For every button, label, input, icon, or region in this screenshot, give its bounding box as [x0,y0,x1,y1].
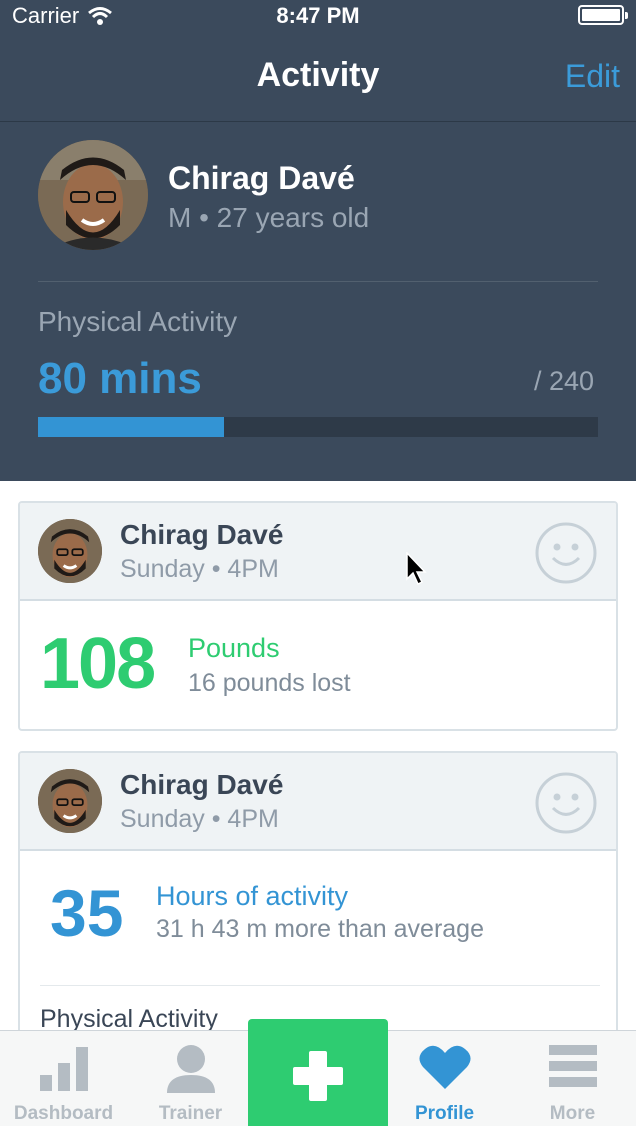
cursor-icon [406,552,427,586]
status-time: 8:47 PM [276,3,360,28]
physical-activity-label: Physical Activity [38,306,238,337]
smiley-icon[interactable] [534,521,598,585]
hours-label: Hours of activity [156,881,349,911]
card-timestamp: Sunday • 4PM [120,805,279,833]
heart-icon [418,1045,471,1089]
card-author-name: Chirag Davé [120,519,284,550]
smiley-icon[interactable] [534,771,598,835]
tab-bar: Dashboard Trainer Profile More [0,1019,636,1126]
hours-sub: 31 h 43 m more than average [156,915,484,943]
feed-card-weight[interactable]: Chirag Davé Sunday • 4PM 108 Pounds 16 p… [18,501,618,731]
card-author-name: Chirag Davé [120,769,284,800]
card-timestamp: Sunday • 4PM [120,555,279,583]
profile-summary: Chirag Davé M • 27 years old [38,140,598,282]
user-icon [166,1045,215,1093]
nav-bar: Activity Edit [0,30,636,122]
status-bar: Carrier 8:47 PM [0,0,636,30]
activity-progress-bar [38,417,598,437]
card-header: Chirag Davé Sunday • 4PM [20,753,616,851]
avatar[interactable] [38,519,102,583]
profile-meta: M • 27 years old [168,202,370,233]
activity-progress-fill [38,417,225,437]
header-panel: Carrier 8:47 PM Activity Edit Chirag Dav… [0,0,636,481]
tab-label: Profile [414,1103,475,1124]
tab-trainer[interactable]: Trainer [127,1031,254,1126]
battery-icon [578,5,628,25]
tab-more[interactable]: More [509,1031,636,1126]
weight-sub: 16 pounds lost [188,669,351,697]
feed-card-activity[interactable]: Chirag Davé Sunday • 4PM 35 Hours of act… [18,751,618,1051]
menu-icon [548,1045,597,1087]
avatar[interactable] [38,769,102,833]
avatar[interactable] [38,140,148,250]
tab-label: More [549,1103,596,1124]
weight-label: Pounds [188,633,280,663]
tab-label: Dashboard [13,1103,114,1124]
tab-dashboard[interactable]: Dashboard [0,1031,127,1126]
page-title: Activity [256,56,380,94]
bar-chart-icon [39,1047,88,1091]
weight-value: 108 [40,624,156,704]
add-button[interactable] [248,1019,388,1126]
card-divider [40,985,600,986]
tab-profile[interactable]: Profile [381,1031,508,1126]
profile-name: Chirag Davé [168,160,355,196]
physical-activity-goal: / 240 [533,366,594,396]
tab-label: Trainer [158,1103,223,1124]
hours-value: 35 [50,876,124,950]
card-header: Chirag Davé Sunday • 4PM [20,503,616,601]
physical-activity-value: 80 mins [38,354,202,403]
edit-button[interactable]: Edit [565,58,620,95]
